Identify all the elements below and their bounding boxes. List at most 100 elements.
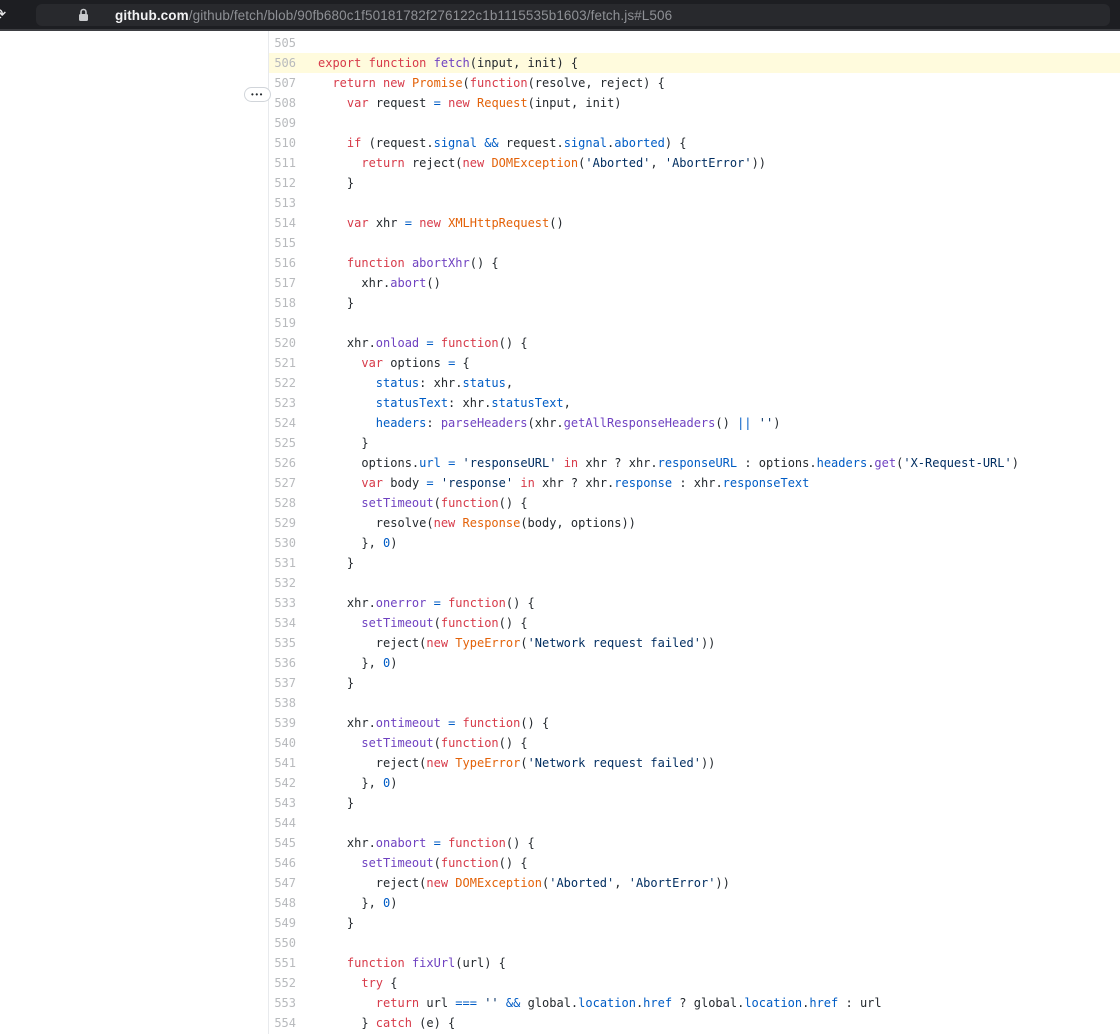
line-number[interactable]: 523	[269, 393, 305, 413]
line-number[interactable]: 526	[269, 453, 305, 473]
lock-icon[interactable]	[78, 8, 89, 22]
line-number[interactable]: 505	[269, 33, 305, 53]
code-text: if (request.signal && request.signal.abo…	[305, 133, 687, 153]
line-number[interactable]: 551	[269, 953, 305, 973]
line-number[interactable]: 527	[269, 473, 305, 493]
line-number[interactable]: 513	[269, 193, 305, 213]
code-text: }	[305, 173, 354, 193]
line-number[interactable]: 542	[269, 773, 305, 793]
line-number[interactable]: 548	[269, 893, 305, 913]
line-number[interactable]: 541	[269, 753, 305, 773]
code-line: 549 }	[269, 913, 1120, 933]
code-line: 524 headers: parseHeaders(xhr.getAllResp…	[269, 413, 1120, 433]
line-number[interactable]: 521	[269, 353, 305, 373]
line-number[interactable]: 516	[269, 253, 305, 273]
code-text: return reject(new DOMException('Aborted'…	[305, 153, 766, 173]
url-host: github.com	[115, 8, 189, 23]
code-line: 507 return new Promise(function(resolve,…	[269, 73, 1120, 93]
line-number[interactable]: 536	[269, 653, 305, 673]
code-text: resolve(new Response(body, options))	[305, 513, 636, 533]
line-number[interactable]: 538	[269, 693, 305, 713]
line-number[interactable]: 530	[269, 533, 305, 553]
line-number[interactable]: 520	[269, 333, 305, 353]
line-number[interactable]: 522	[269, 373, 305, 393]
line-number[interactable]: 507	[269, 73, 305, 93]
line-number[interactable]: 514	[269, 213, 305, 233]
line-number[interactable]: 525	[269, 433, 305, 453]
github-blob-page: 505506export function fetch(input, init)…	[0, 31, 1120, 1034]
expand-hunk-button[interactable]: •••	[244, 87, 271, 102]
code-text: setTimeout(function() {	[305, 493, 528, 513]
line-number[interactable]: 515	[269, 233, 305, 253]
code-text: var xhr = new XMLHttpRequest()	[305, 213, 564, 233]
line-number[interactable]: 518	[269, 293, 305, 313]
code-text: export function fetch(input, init) {	[305, 53, 578, 73]
line-number[interactable]: 546	[269, 853, 305, 873]
code-line: 548 }, 0)	[269, 893, 1120, 913]
line-number[interactable]: 511	[269, 153, 305, 173]
address-bar[interactable]: github.com/github/fetch/blob/90fb680c1f5…	[36, 4, 1110, 26]
line-number[interactable]: 529	[269, 513, 305, 533]
line-number[interactable]: 528	[269, 493, 305, 513]
line-number[interactable]: 550	[269, 933, 305, 953]
line-number[interactable]: 506	[269, 53, 305, 73]
line-number[interactable]: 549	[269, 913, 305, 933]
code-line: 552 try {	[269, 973, 1120, 993]
code-line: 539 xhr.ontimeout = function() {	[269, 713, 1120, 733]
line-number[interactable]: 544	[269, 813, 305, 833]
line-number[interactable]: 537	[269, 673, 305, 693]
code-text: } catch (e) {	[305, 1013, 455, 1033]
code-text: statusText: xhr.statusText,	[305, 393, 571, 413]
line-number[interactable]: 545	[269, 833, 305, 853]
code-line: 515	[269, 233, 1120, 253]
line-number[interactable]: 509	[269, 113, 305, 133]
url-path: /github/fetch/blob/90fb680c1f50181782f27…	[189, 8, 672, 23]
line-number[interactable]: 508	[269, 93, 305, 113]
code-text: }	[305, 913, 354, 933]
code-line: 508 var request = new Request(input, ini…	[269, 93, 1120, 113]
code-line: 520 xhr.onload = function() {	[269, 333, 1120, 353]
line-number[interactable]: 519	[269, 313, 305, 333]
line-number[interactable]: 553	[269, 993, 305, 1013]
code-line: 543 }	[269, 793, 1120, 813]
code-text: }, 0)	[305, 533, 398, 553]
code-text: return new Promise(function(resolve, rej…	[305, 73, 665, 93]
line-number[interactable]: 539	[269, 713, 305, 733]
line-number[interactable]: 512	[269, 173, 305, 193]
line-number[interactable]: 510	[269, 133, 305, 153]
code-line: 511 return reject(new DOMException('Abor…	[269, 153, 1120, 173]
reload-icon[interactable]: ⟳	[0, 4, 12, 26]
code-line: 523 statusText: xhr.statusText,	[269, 393, 1120, 413]
line-number[interactable]: 554	[269, 1013, 305, 1033]
line-number[interactable]: 532	[269, 573, 305, 593]
line-number[interactable]: 552	[269, 973, 305, 993]
line-number[interactable]: 535	[269, 633, 305, 653]
code-line: 514 var xhr = new XMLHttpRequest()	[269, 213, 1120, 233]
code-text	[305, 193, 318, 213]
line-number[interactable]: 517	[269, 273, 305, 293]
code-blob-container: 505506export function fetch(input, init)…	[268, 31, 1120, 1034]
code-text: }	[305, 433, 369, 453]
line-number[interactable]: 533	[269, 593, 305, 613]
code-line: 510 if (request.signal && request.signal…	[269, 133, 1120, 153]
line-number[interactable]: 543	[269, 793, 305, 813]
code-text: headers: parseHeaders(xhr.getAllResponse…	[305, 413, 780, 433]
code-line: 505	[269, 33, 1120, 53]
code-text: var body = 'response' in xhr ? xhr.respo…	[305, 473, 809, 493]
line-number[interactable]: 524	[269, 413, 305, 433]
code-text: return url === '' && global.location.hre…	[305, 993, 882, 1013]
code-text	[305, 113, 318, 133]
code-text	[305, 573, 318, 593]
code-text: }	[305, 673, 354, 693]
code-line: 537 }	[269, 673, 1120, 693]
line-number[interactable]: 547	[269, 873, 305, 893]
line-number[interactable]: 534	[269, 613, 305, 633]
code-text	[305, 33, 318, 53]
line-number[interactable]: 531	[269, 553, 305, 573]
code-text: }	[305, 793, 354, 813]
code-text	[305, 313, 318, 333]
code-line: 513	[269, 193, 1120, 213]
code-line: 533 xhr.onerror = function() {	[269, 593, 1120, 613]
line-number[interactable]: 540	[269, 733, 305, 753]
code-text: setTimeout(function() {	[305, 853, 528, 873]
